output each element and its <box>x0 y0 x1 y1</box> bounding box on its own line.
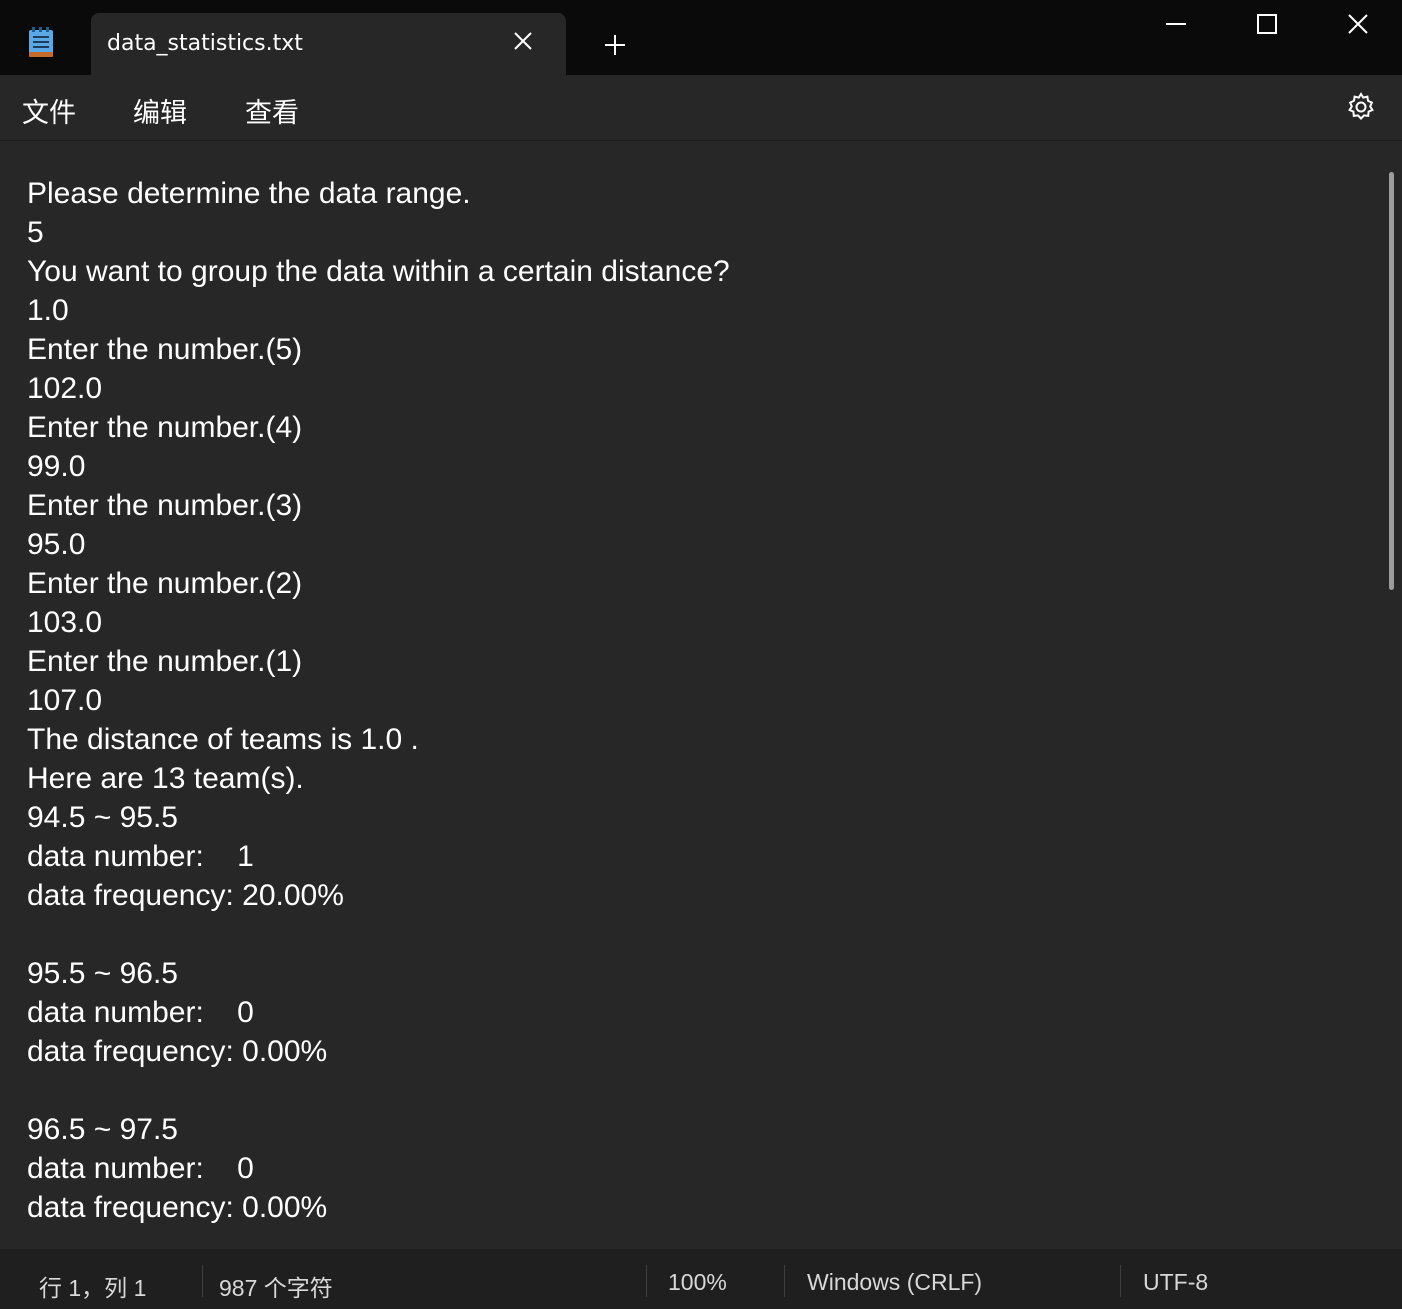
maximize-button[interactable] <box>1222 0 1312 48</box>
plus-icon[interactable] <box>600 30 630 60</box>
line-ending[interactable]: Windows (CRLF) <box>807 1269 982 1296</box>
text-editor[interactable]: Please determine the data range. 5 You w… <box>0 141 1386 1248</box>
status-divider <box>202 1265 203 1297</box>
tab-title: data_statistics.txt <box>107 31 303 56</box>
notepad-icon <box>28 26 54 58</box>
editor-content[interactable]: Please determine the data range. 5 You w… <box>27 174 730 1227</box>
minimize-button[interactable] <box>1131 0 1221 48</box>
menu-file[interactable]: 文件 <box>22 91 76 130</box>
zoom-level[interactable]: 100% <box>668 1269 727 1296</box>
notepad-window: data_statistics.txt 文件 编辑 查看 Please dete… <box>0 0 1402 1309</box>
character-count: 987 个字符 <box>219 1275 333 1301</box>
gear-icon[interactable] <box>1344 90 1378 124</box>
title-bar: data_statistics.txt <box>0 0 1402 75</box>
status-divider <box>784 1265 785 1297</box>
tab-data-statistics[interactable]: data_statistics.txt <box>91 13 566 75</box>
status-bar: 行 1，列 1 987 个字符 100% Windows (CRLF) UTF-… <box>0 1249 1402 1309</box>
minimize-icon <box>1166 23 1186 25</box>
close-window-button[interactable] <box>1313 0 1402 48</box>
encoding[interactable]: UTF-8 <box>1143 1269 1208 1296</box>
vertical-scrollbar[interactable] <box>1389 172 1394 590</box>
menu-edit[interactable]: 编辑 <box>133 91 187 130</box>
close-icon <box>1348 14 1368 34</box>
close-icon[interactable] <box>509 27 537 55</box>
cursor-position[interactable]: 行 1，列 1 <box>39 1269 146 1303</box>
maximize-icon <box>1257 14 1277 34</box>
menu-bar: 文件 编辑 查看 <box>0 75 1402 141</box>
status-divider <box>1120 1265 1121 1297</box>
status-divider <box>646 1265 647 1297</box>
menu-view[interactable]: 查看 <box>245 91 299 130</box>
